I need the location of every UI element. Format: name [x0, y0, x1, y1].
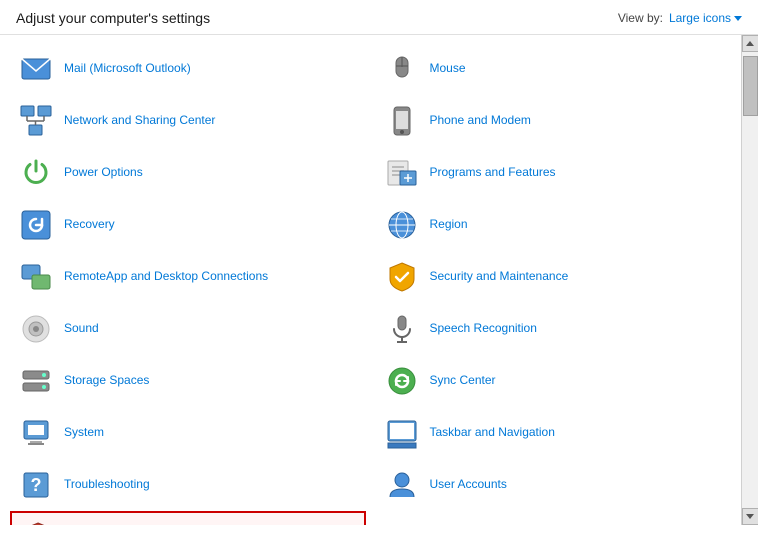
control-item-programs[interactable]: Programs and Features — [376, 147, 732, 199]
programs-icon — [384, 155, 420, 191]
control-item-mail[interactable]: Mail (Microsoft Outlook) — [10, 43, 366, 95]
sync-icon — [384, 363, 420, 399]
control-item-phone[interactable]: Phone and Modem — [376, 95, 732, 147]
mouse-label[interactable]: Mouse — [430, 61, 466, 77]
system-label[interactable]: System — [64, 425, 104, 441]
mail-label[interactable]: Mail (Microsoft Outlook) — [64, 61, 191, 77]
control-item-system[interactable]: System — [10, 407, 366, 459]
view-by-dropdown[interactable]: Large icons — [669, 11, 742, 25]
speech-label[interactable]: Speech Recognition — [430, 321, 537, 337]
view-by-control: View by: Large icons — [618, 11, 742, 25]
workfolders-icon — [384, 519, 420, 525]
power-icon — [18, 155, 54, 191]
remoteapp-icon — [18, 259, 54, 295]
firewall-icon — [20, 519, 56, 525]
region-icon — [384, 207, 420, 243]
view-by-label: View by: — [618, 11, 663, 25]
region-label[interactable]: Region — [430, 217, 468, 233]
left-column: Mail (Microsoft Outlook) Network and Shar… — [10, 43, 376, 517]
page-title: Adjust your computer's settings — [16, 10, 210, 26]
control-item-speech[interactable]: Speech Recognition — [376, 303, 732, 355]
control-item-sound[interactable]: Sound — [10, 303, 366, 355]
control-item-storage[interactable]: Storage Spaces — [10, 355, 366, 407]
control-item-taskbar[interactable]: Taskbar and Navigation — [376, 407, 732, 459]
control-item-workfolders[interactable]: Work Folders — [376, 511, 732, 525]
content-area: Mail (Microsoft Outlook) Network and Shar… — [0, 35, 758, 525]
scroll-thumb[interactable] — [743, 56, 758, 116]
taskbar-label[interactable]: Taskbar and Navigation — [430, 425, 555, 441]
remoteapp-label[interactable]: RemoteApp and Desktop Connections — [64, 269, 268, 285]
network-label[interactable]: Network and Sharing Center — [64, 113, 215, 129]
sound-label[interactable]: Sound — [64, 321, 99, 337]
troubleshoot-label[interactable]: Troubleshooting — [64, 477, 150, 493]
security-icon — [384, 259, 420, 295]
taskbar-icon — [384, 415, 420, 451]
scroll-up-icon — [746, 41, 754, 46]
sound-icon — [18, 311, 54, 347]
scroll-up-button[interactable] — [742, 35, 758, 52]
control-item-troubleshoot[interactable]: ? Troubleshooting — [10, 459, 366, 511]
mouse-icon — [384, 51, 420, 87]
security-label[interactable]: Security and Maintenance — [430, 269, 569, 285]
recovery-icon — [18, 207, 54, 243]
sync-label[interactable]: Sync Center — [430, 373, 496, 389]
speech-icon — [384, 311, 420, 347]
view-by-value-text: Large icons — [669, 11, 731, 25]
troubleshoot-icon: ? — [18, 467, 54, 503]
control-item-network[interactable]: Network and Sharing Center — [10, 95, 366, 147]
control-item-region[interactable]: Region — [376, 199, 732, 251]
control-item-security[interactable]: Security and Maintenance — [376, 251, 732, 303]
mail-icon — [18, 51, 54, 87]
scroll-down-icon — [746, 514, 754, 519]
network-icon — [18, 103, 54, 139]
control-item-power[interactable]: Power Options — [10, 147, 366, 199]
control-item-remoteapp[interactable]: RemoteApp and Desktop Connections — [10, 251, 366, 303]
accounts-icon — [384, 467, 420, 503]
scroll-down-button[interactable] — [742, 508, 758, 525]
right-column: Mouse Phone and Modem Programs and Feature… — [376, 43, 742, 517]
storage-icon — [18, 363, 54, 399]
storage-label[interactable]: Storage Spaces — [64, 373, 149, 389]
power-label[interactable]: Power Options — [64, 165, 143, 181]
phone-label[interactable]: Phone and Modem — [430, 113, 531, 129]
header: Adjust your computer's settings View by:… — [0, 0, 758, 35]
scrollbar[interactable] — [741, 35, 758, 525]
control-item-firewall[interactable]: Windows Defender Firewall — [10, 511, 366, 525]
chevron-down-icon — [734, 16, 742, 21]
control-item-mouse[interactable]: Mouse — [376, 43, 732, 95]
items-container: Mail (Microsoft Outlook) Network and Shar… — [0, 35, 741, 525]
programs-label[interactable]: Programs and Features — [430, 165, 556, 181]
recovery-label[interactable]: Recovery — [64, 217, 115, 233]
control-item-sync[interactable]: Sync Center — [376, 355, 732, 407]
accounts-label[interactable]: User Accounts — [430, 477, 507, 493]
phone-icon — [384, 103, 420, 139]
system-icon — [18, 415, 54, 451]
svg-text:?: ? — [31, 475, 42, 495]
control-item-accounts[interactable]: User Accounts — [376, 459, 732, 511]
control-item-recovery[interactable]: Recovery — [10, 199, 366, 251]
